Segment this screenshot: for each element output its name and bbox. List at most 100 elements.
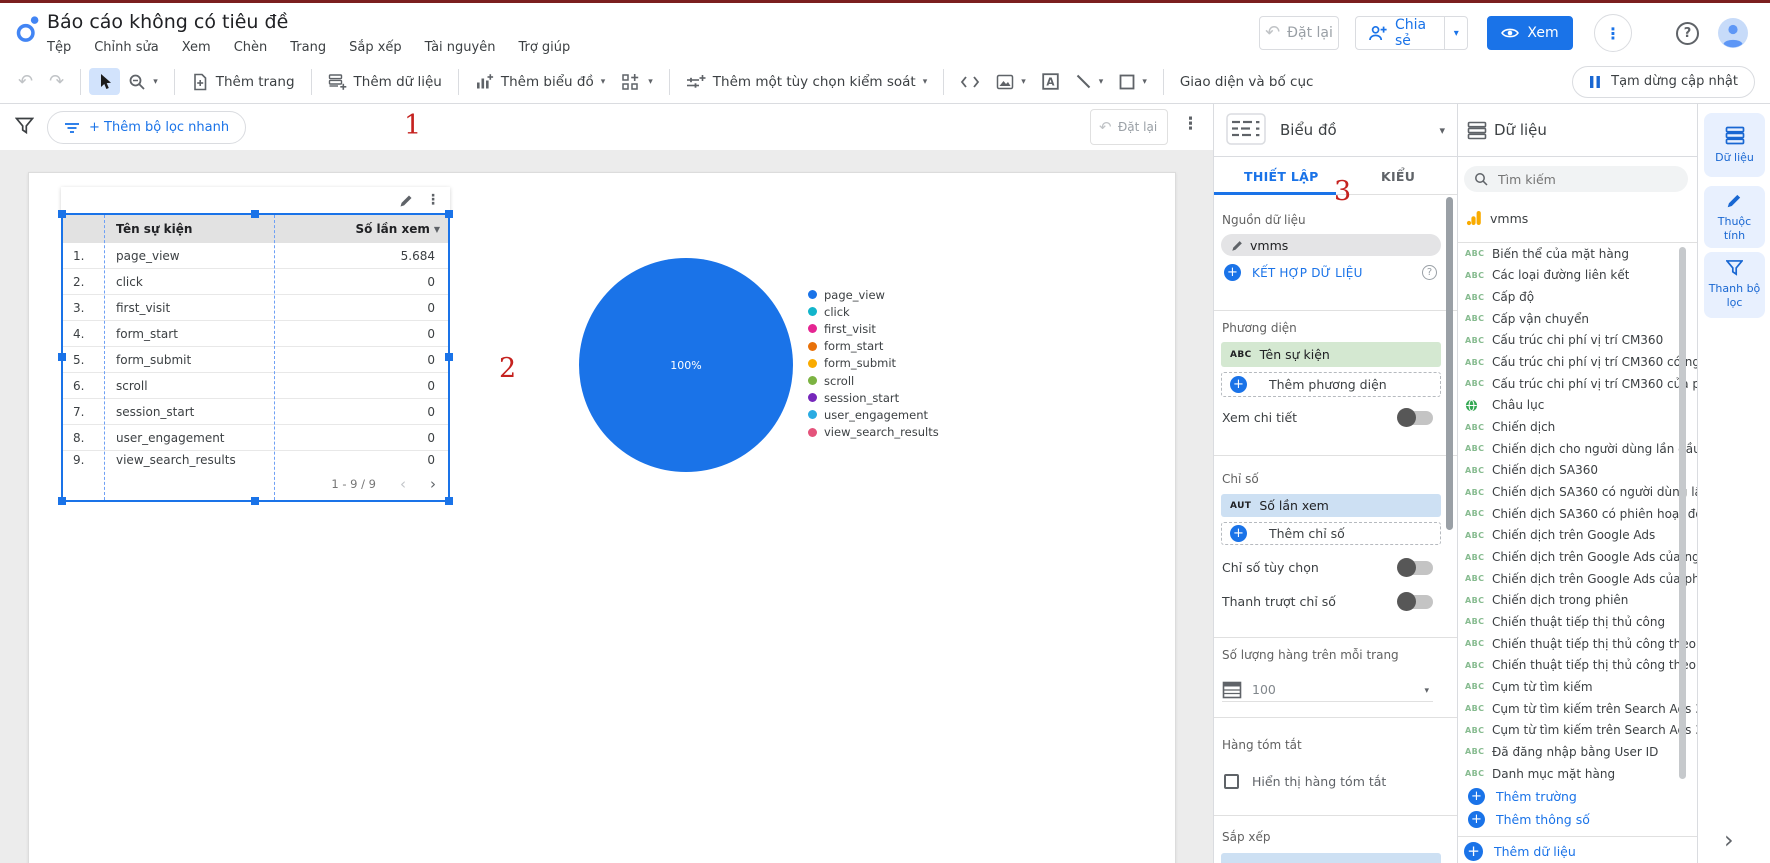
reset-button[interactable]: ↶ Đặt lại [1259, 16, 1339, 50]
help-button[interactable]: ? [1676, 22, 1699, 45]
menu-item[interactable]: Trợ giúp [518, 40, 570, 55]
summary-checkbox[interactable] [1224, 774, 1239, 789]
user-avatar[interactable] [1718, 18, 1748, 48]
field-item[interactable]: ABC Chiến dịch SA360 [1458, 460, 1697, 482]
selection-handle[interactable] [58, 497, 66, 505]
rows-per-page-select[interactable]: 100 [1222, 678, 1433, 702]
legend-item[interactable]: scroll [808, 372, 939, 389]
selection-handle[interactable] [445, 497, 453, 505]
zoom-tool-button[interactable]: ▾ [120, 68, 166, 96]
table-row[interactable]: 7. session_start 0 [63, 399, 448, 425]
properties-scrollbar[interactable] [1446, 197, 1453, 530]
add-control-button[interactable]: Thêm một tùy chọn kiểm soát ▾ [678, 69, 935, 95]
add-quick-filter-button[interactable]: + Thêm bộ lọc nhanh [47, 111, 247, 144]
report-title[interactable]: Báo cáo không có tiêu đề [47, 11, 288, 33]
select-tool-button[interactable] [89, 68, 121, 95]
add-chart-button[interactable]: Thêm biểu đồ ▾ [467, 68, 613, 96]
field-item[interactable]: ABC Danh mục mặt hàng [1458, 763, 1697, 781]
data-source-chip[interactable]: vmms [1221, 234, 1441, 256]
component-more-options-button[interactable]: ⋮ [426, 192, 440, 208]
embed-code-button[interactable] [952, 70, 988, 94]
field-item[interactable]: ABC Cụm từ tìm kiếm trên Search Ads 360 [1458, 698, 1697, 720]
legend-item[interactable]: user_engagement [808, 406, 939, 423]
share-dropdown-caret[interactable]: ▾ [1444, 17, 1467, 49]
menu-item[interactable]: Tệp [47, 40, 71, 55]
optional-metrics-toggle[interactable] [1397, 558, 1433, 577]
looker-studio-logo-icon[interactable] [15, 14, 42, 44]
view-button[interactable]: Xem [1487, 16, 1573, 50]
pause-updates-button[interactable]: Tạm dừng cập nhật [1572, 65, 1755, 98]
add-data-button-bottom[interactable]: Thêm dữ liệu [1464, 842, 1576, 861]
events-table-chart[interactable]: Tên sự kiện Số lần xem ▼ 1. page_view 5.… [58, 210, 453, 505]
drilldown-toggle[interactable] [1397, 408, 1433, 427]
chart-type-icon[interactable] [1226, 113, 1266, 145]
blend-data-button[interactable]: KẾT HỢP DỮ LIỆU [1224, 264, 1363, 281]
menu-item[interactable]: Sắp xếp [349, 40, 402, 55]
filter-more-options-button[interactable]: ⋮ [1182, 114, 1199, 134]
add-field-button[interactable]: Thêm trường [1468, 788, 1577, 805]
add-data-button[interactable]: Thêm dữ liệu [320, 68, 450, 96]
undo-button[interactable]: ↶ [10, 68, 41, 96]
help-question-icon[interactable]: ? [1422, 265, 1437, 280]
tab-style[interactable]: KIỂU [1381, 169, 1415, 184]
add-dimension-button[interactable]: Thêm phương diện [1221, 372, 1441, 397]
add-line-button[interactable]: ▾ [1067, 68, 1112, 95]
add-shape-button[interactable]: ▾ [1111, 69, 1155, 95]
share-button[interactable]: Chia sẻ ▾ [1355, 16, 1468, 50]
field-item[interactable]: ABC Chiến thuật tiếp thị thủ công theo n… [1458, 633, 1697, 655]
previous-page-icon[interactable]: ‹ [400, 475, 406, 493]
menu-item[interactable]: Tài nguyên [425, 40, 496, 55]
dimension-header[interactable]: Tên sự kiện [106, 222, 318, 236]
rail-tab-data[interactable]: Dữ liệu [1704, 113, 1765, 177]
add-metric-button[interactable]: Thêm chỉ số [1221, 522, 1441, 545]
search-input[interactable] [1496, 170, 1678, 188]
metric-chip[interactable]: AUT Số lần xem [1221, 494, 1441, 517]
table-row[interactable]: 2. click 0 [63, 269, 448, 295]
sort-metric-chip[interactable] [1221, 853, 1441, 863]
selection-handle[interactable] [58, 210, 66, 218]
menu-item[interactable]: Chỉnh sửa [94, 40, 159, 55]
table-row[interactable]: 9. view_search_results 0 [63, 451, 448, 468]
field-item[interactable]: ABC Chiến dịch cho người dùng lần đầu [1458, 438, 1697, 460]
selection-handle[interactable] [445, 210, 453, 218]
menu-item[interactable]: Xem [182, 40, 211, 55]
selection-handle[interactable] [251, 497, 259, 505]
table-row[interactable]: 1. page_view 5.684 [63, 243, 448, 269]
legend-item[interactable]: view_search_results [808, 424, 939, 441]
collapse-panel-icon[interactable]: › [1724, 826, 1734, 854]
events-pie-chart[interactable]: 100% [579, 258, 793, 472]
field-item[interactable]: ABC Đã đăng nhập bằng User ID [1458, 741, 1697, 763]
field-list-scrollbar[interactable] [1679, 247, 1686, 779]
menu-item[interactable]: Chèn [234, 40, 268, 55]
metric-header[interactable]: Số lần xem ▼ [318, 222, 448, 236]
report-canvas[interactable]: ⋮ Tên sự kiện Số lần xem ▼ 1. page_view … [0, 150, 1213, 863]
field-item[interactable]: ABC Biến thể của mặt hàng [1458, 243, 1697, 265]
edit-pencil-icon[interactable] [399, 193, 414, 208]
legend-item[interactable]: first_visit [808, 320, 939, 337]
field-item[interactable]: ABC Cụm từ tìm kiếm [1458, 676, 1697, 698]
share-main[interactable]: Chia sẻ [1356, 17, 1444, 49]
menu-item[interactable]: Trang [290, 40, 326, 55]
field-item[interactable]: ABC Chiến dịch SA360 có phiên hoạt động [1458, 503, 1697, 525]
tab-setup[interactable]: THIẾT LẬP [1244, 169, 1319, 184]
table-row[interactable]: 3. first_visit 0 [63, 295, 448, 321]
filter-reset-button[interactable]: ↶ Đặt lại [1090, 109, 1168, 145]
field-item[interactable]: ABC Cấu trúc chi phí vị trí CM360 [1458, 330, 1697, 352]
field-item[interactable]: ABC Chiến dịch SA360 có người dùng lần..… [1458, 481, 1697, 503]
field-item[interactable]: ABC Cấu trúc chi phí vị trí CM360 có ngư… [1458, 351, 1697, 373]
rail-tab-properties[interactable]: Thuộc tính [1704, 186, 1765, 248]
chevron-down-icon[interactable]: ▾ [1439, 124, 1445, 137]
add-image-button[interactable]: ▾ [988, 69, 1034, 95]
field-item[interactable]: ABC Châu lục [1458, 395, 1697, 417]
legend-item[interactable]: form_submit [808, 355, 939, 372]
field-item[interactable]: ABC Chiến dịch trên Google Ads của phiê.… [1458, 568, 1697, 590]
more-options-button[interactable]: ⋮ [1594, 14, 1632, 52]
edit-pencil-icon[interactable] [1221, 239, 1250, 252]
dimension-chip[interactable]: ABC Tên sự kiện [1221, 342, 1441, 367]
community-visualizations-button[interactable]: ▾ [613, 68, 661, 96]
table-row[interactable]: 5. form_submit 0 [63, 347, 448, 373]
field-search-box[interactable] [1464, 166, 1688, 192]
legend-item[interactable]: session_start [808, 389, 939, 406]
legend-item[interactable]: form_start [808, 338, 939, 355]
report-page[interactable]: ⋮ Tên sự kiện Số lần xem ▼ 1. page_view … [28, 172, 1176, 863]
